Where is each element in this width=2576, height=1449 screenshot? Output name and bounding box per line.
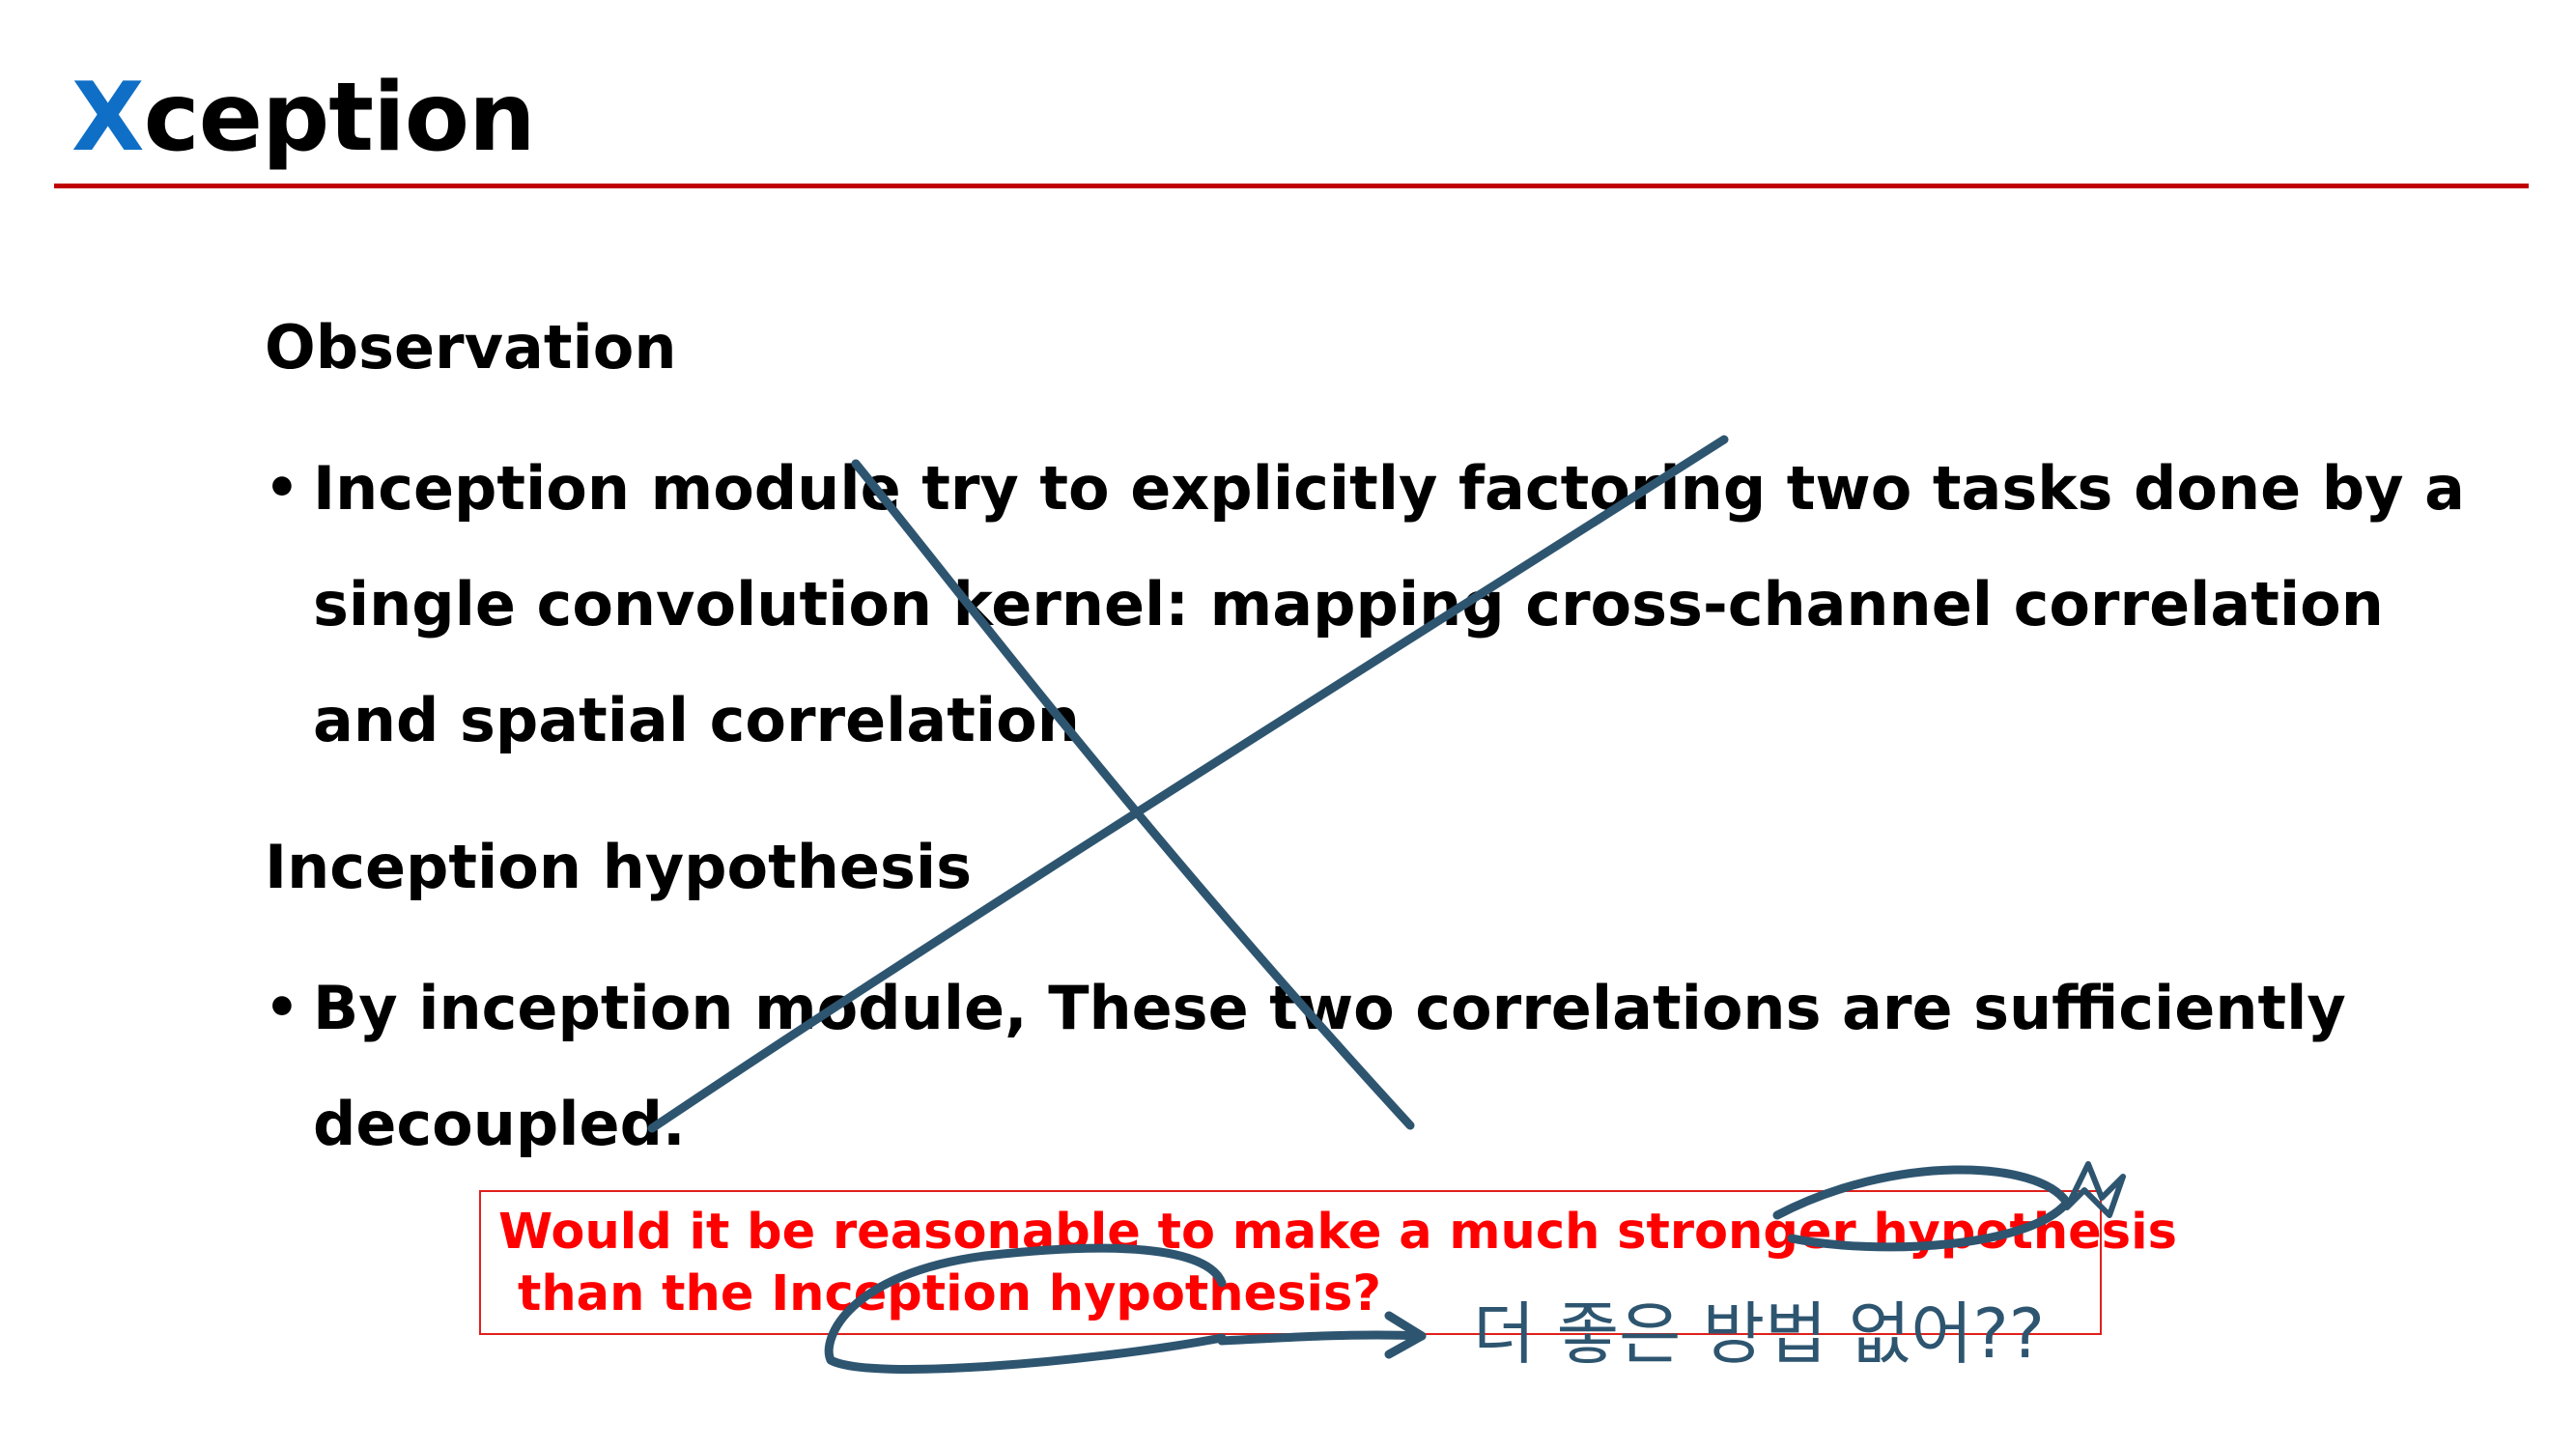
slide-title: Xception	[71, 50, 536, 185]
callout-line-2: than the Inception hypothesis?	[518, 1265, 1381, 1322]
title-accent-letter: X	[71, 63, 145, 173]
bullet-marker: •	[265, 457, 299, 520]
hypothesis-heading: Inception hypothesis	[265, 832, 973, 902]
title-underline	[54, 184, 2529, 188]
bullet-marker: •	[265, 977, 299, 1039]
hypothesis-bullet-line-1: By inception module, These two correlati…	[313, 973, 2346, 1043]
title-rest: ception	[143, 63, 536, 173]
observation-bullet-line-1: Inception module try to explicitly facto…	[313, 453, 2465, 524]
hypothesis-bullet-line-2: decoupled.	[313, 1089, 686, 1159]
callout-box: Would it be reasonable to make a much st…	[479, 1190, 2177, 1335]
observation-bullet-line-2: single convolution kernel: mapping cross…	[313, 569, 2384, 639]
arrow-shaft	[1217, 1330, 1427, 1346]
observation-heading: Observation	[265, 312, 677, 383]
callout-line-1: Would it be reasonable to make a much st…	[498, 1204, 2177, 1261]
observation-bullet-line-3: and spatial correlation	[313, 685, 1080, 755]
